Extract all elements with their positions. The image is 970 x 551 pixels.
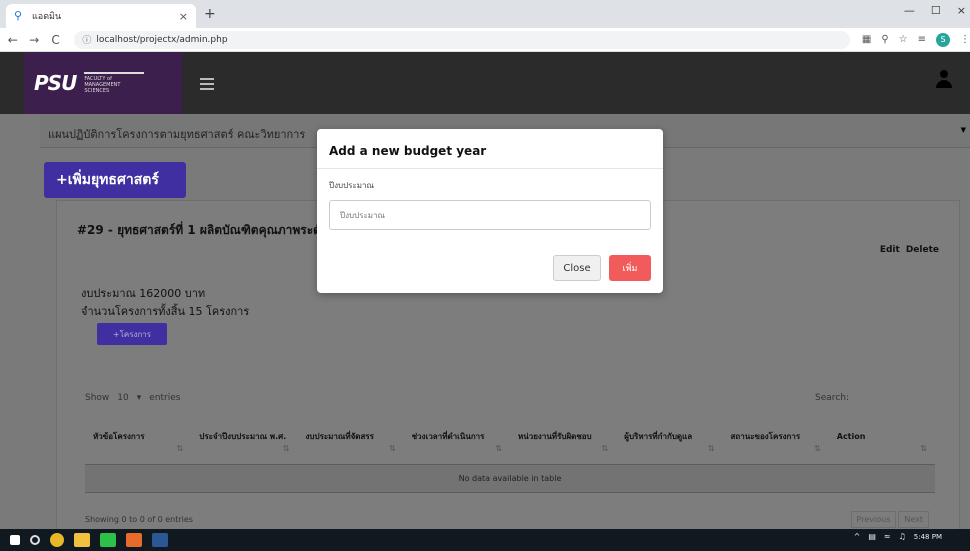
page-backdrop: PSU FACULTY of MANAGEMENT SCIENCES แผนปฏ… (0, 52, 970, 529)
hamburger-menu-icon[interactable] (200, 78, 214, 93)
chrome-icon[interactable] (50, 533, 64, 547)
tab-close-icon[interactable]: × (179, 10, 188, 23)
close-window-icon[interactable]: × (957, 4, 966, 17)
wifi-icon[interactable]: ≈ (884, 532, 891, 541)
add-button[interactable]: เพิ่ม (609, 255, 651, 281)
browser-tab-bar: ⚲ แอดมิน × + — ☐ × (0, 0, 970, 28)
search-icon[interactable] (30, 535, 40, 545)
more-icon[interactable]: ⋮ (960, 34, 970, 45)
add-budget-year-modal: Add a new budget year ปีงบประมาณ Close เ… (317, 129, 663, 293)
tab-title: แอดมิน (32, 12, 62, 22)
previous-button[interactable]: Previous (850, 511, 897, 528)
edit-link[interactable]: Edit (880, 245, 900, 255)
logo-text: PSU (34, 71, 77, 95)
menu-list-icon[interactable]: ≡ (918, 34, 926, 45)
sort-icon: ⇅ (707, 444, 715, 453)
projects-count-line: จำนวนโครงการทั้งสิ้น 15 โครงการ (81, 305, 250, 318)
budget-summary: งบประมาณ 162000 บาท จำนวนโครงการทั้งสิ้น… (81, 285, 249, 321)
projects-table: หัวข้อโครงการ ⇅ ประจำปีงบประมาณ พ.ศ. ⇅ งบป… (85, 423, 935, 493)
browser-toolbar-icons: ▦ ⚲ ☆ ≡ S ⋮ (862, 32, 970, 47)
info-icon: ⓘ (82, 36, 92, 46)
budget-line: งบประมาณ 162000 บาท (81, 287, 206, 300)
column-header[interactable]: สถานะของโครงการ ⇅ (723, 423, 829, 464)
budget-year-label: ปีงบประมาณ (329, 181, 374, 190)
site-header: PSU FACULTY of MANAGEMENT SCIENCES (0, 52, 970, 114)
sort-icon: ⇅ (176, 444, 184, 453)
word-icon[interactable] (152, 533, 168, 547)
add-strategy-button[interactable]: +เพิ่มยุทธศาสตร์ (44, 162, 186, 198)
new-tab-button[interactable]: + (204, 6, 216, 22)
caret-down-icon[interactable]: ▾ (137, 393, 142, 403)
showing-info: Showing 0 to 0 of 0 entries (85, 515, 193, 524)
search-label: Search: (815, 393, 849, 403)
sort-icon: ⇅ (814, 444, 821, 453)
budget-year-input[interactable] (329, 200, 651, 230)
line-app-icon[interactable] (100, 533, 116, 547)
reload-icon[interactable]: C (47, 33, 64, 47)
system-tray: ^ ▤ ≈ ♫ 5:48 PM (854, 532, 942, 541)
profile-avatar[interactable]: S (936, 32, 950, 47)
windows-start-icon[interactable] (10, 535, 20, 545)
sort-icon: ⇅ (495, 444, 502, 453)
show-label: Show (85, 393, 110, 403)
pagination: Previous Next (850, 511, 929, 528)
breadcrumb: แผนปฏิบัติการโครงการตามยุทธศาสตร์ คณะวิท… (48, 128, 306, 141)
maximize-icon[interactable]: ☐ (931, 4, 941, 17)
zoom-icon[interactable]: ⚲ (881, 34, 888, 45)
volume-icon[interactable]: ♫ (899, 532, 906, 541)
empty-table-message: No data available in table (85, 465, 935, 493)
table-header: หัวข้อโครงการ ⇅ ประจำปีงบประมาณ พ.ศ. ⇅ งบป… (85, 423, 935, 465)
column-header[interactable]: งบประมาณที่จัดสรร ⇅ (298, 423, 404, 464)
xampp-icon[interactable] (126, 533, 142, 547)
minimize-icon[interactable]: — (904, 4, 915, 17)
entries-label: entries (149, 393, 181, 403)
column-header[interactable]: Action ⇅ (829, 423, 935, 464)
sort-icon: ⇅ (282, 444, 290, 453)
modal-title: Add a new budget year (317, 129, 663, 169)
column-header[interactable]: ช่วงเวลาที่ดำเนินการ ⇅ (404, 423, 510, 464)
file-explorer-icon[interactable] (74, 533, 90, 547)
column-header[interactable]: ผู้บริหารที่กำกับดูแล ⇅ (616, 423, 722, 464)
windows-taskbar: ^ ▤ ≈ ♫ 5:48 PM (0, 529, 970, 551)
next-button[interactable]: Next (898, 511, 929, 528)
strategy-title: #29 - ยุทธศาสตร์ที่ 1 ผลิตบัณฑิตคุณภาพระ… (77, 223, 329, 237)
search-icon: ⚲ (14, 9, 23, 22)
forward-icon[interactable]: → (25, 33, 42, 47)
sort-icon: ⇅ (601, 444, 609, 453)
logo[interactable]: PSU FACULTY of MANAGEMENT SCIENCES (24, 52, 182, 114)
sort-icon: ⇅ (389, 444, 396, 453)
chevron-up-icon[interactable]: ^ (854, 532, 861, 541)
user-icon[interactable] (936, 70, 952, 90)
card-actions: Edit Delete (880, 245, 939, 255)
close-button[interactable]: Close (553, 255, 601, 281)
url-field[interactable]: ⓘ localhost/projectx/admin.php (74, 30, 850, 49)
show-entries: Show 10 ▾ entries (85, 393, 180, 403)
clock[interactable]: 5:48 PM (914, 533, 942, 541)
back-icon[interactable]: ← (4, 33, 21, 47)
caret-down-icon[interactable]: ▼ (961, 126, 966, 134)
browser-tab[interactable]: ⚲ แอดมิน × (6, 4, 196, 28)
modal-body: ปีงบประมาณ (317, 169, 663, 240)
modal-footer: Close เพิ่ม (553, 255, 651, 281)
add-project-button[interactable]: +โครงการ (97, 323, 167, 345)
network-icon[interactable]: ▤ (868, 532, 876, 541)
delete-link[interactable]: Delete (906, 245, 939, 255)
star-icon[interactable]: ☆ (899, 34, 908, 45)
translate-icon[interactable]: ▦ (862, 34, 871, 45)
url-text: localhost/projectx/admin.php (96, 34, 228, 45)
window-controls: — ☐ × (904, 4, 966, 17)
sort-icon: ⇅ (920, 444, 927, 453)
logo-subtitle: FACULTY of MANAGEMENT SCIENCES (84, 72, 145, 94)
column-header[interactable]: หัวข้อโครงการ ⇅ (85, 423, 191, 464)
address-bar: ← → C ⓘ localhost/projectx/admin.php ▦ ⚲… (0, 28, 970, 52)
entries-select[interactable]: 10 (117, 393, 128, 403)
column-header[interactable]: หน่วยงานที่รับผิดชอบ ⇅ (510, 423, 616, 464)
column-header[interactable]: ประจำปีงบประมาณ พ.ศ. ⇅ (191, 423, 297, 464)
